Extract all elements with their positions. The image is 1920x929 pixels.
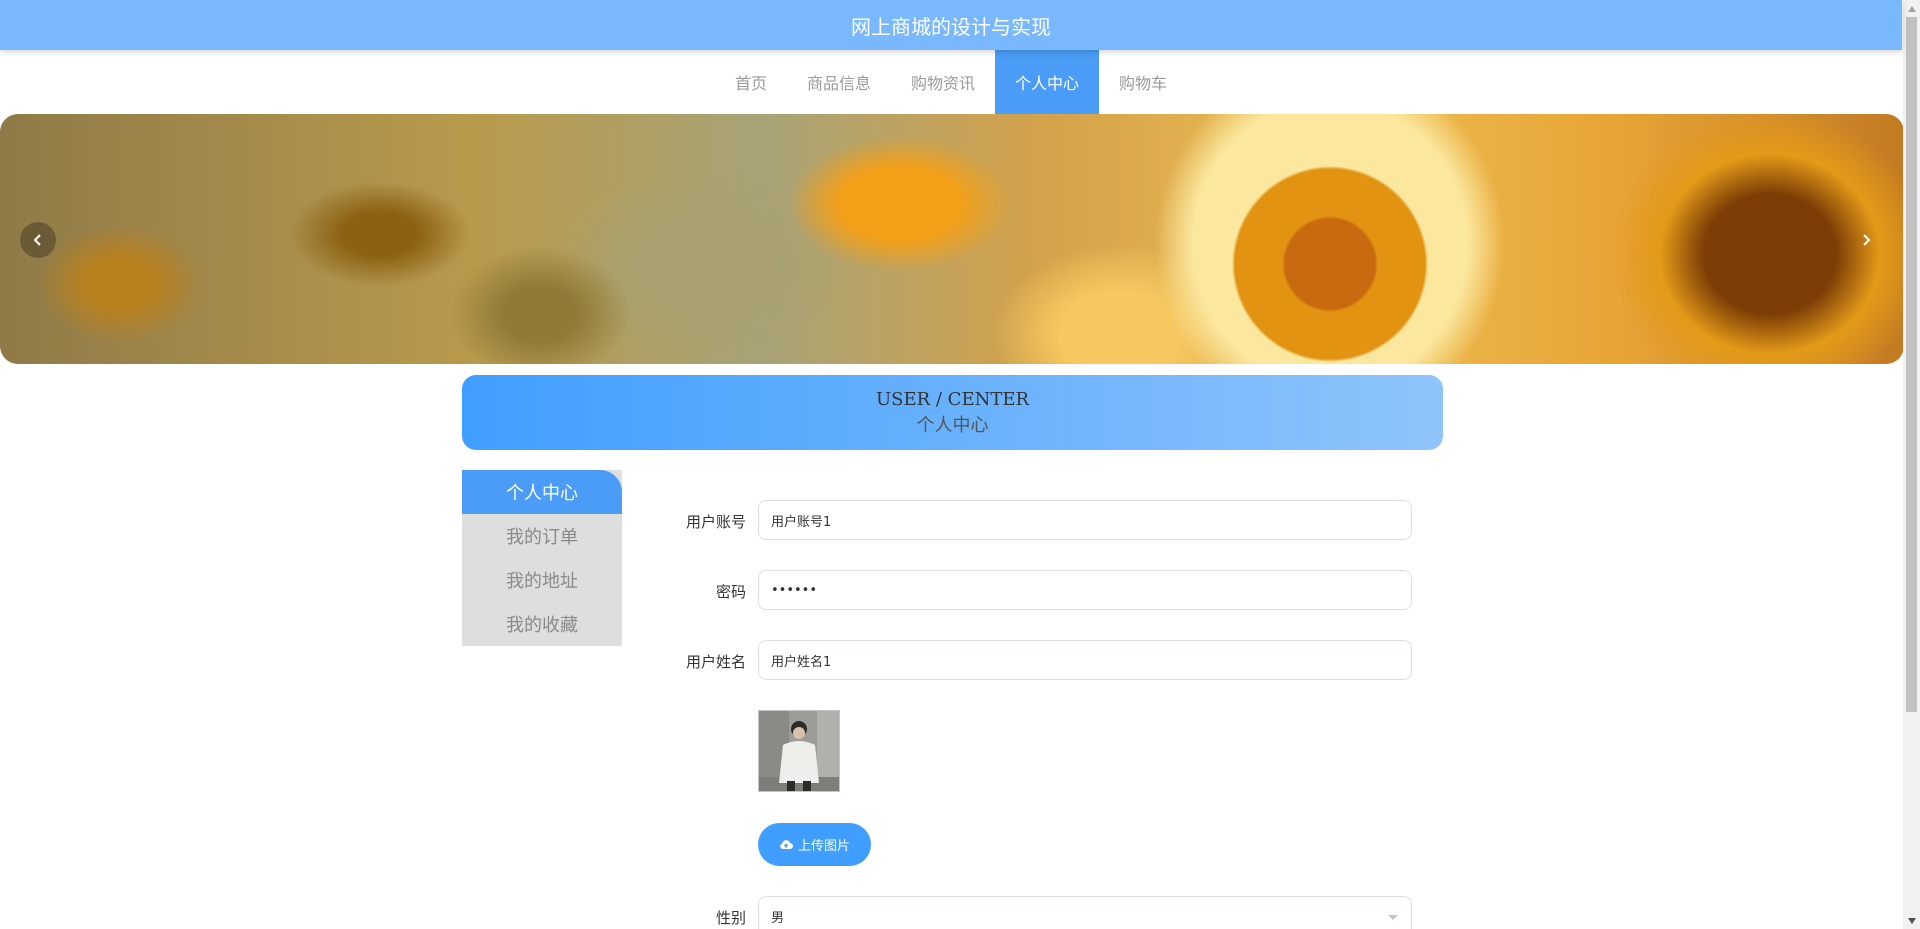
- nav-item-label: 个人中心: [1015, 74, 1080, 93]
- gender-select[interactable]: 男: [758, 896, 1412, 929]
- app-title: 网上商城的设计与实现: [851, 14, 1051, 39]
- nav-item-label: 购物车: [1119, 74, 1168, 93]
- banner-carousel: [0, 114, 1904, 364]
- page: 网上商城的设计与实现 首页 商品信息 购物资讯 个人中心 购物车 USER / …: [0, 0, 1920, 929]
- chevron-down-icon: [1388, 915, 1398, 920]
- name-value: 用户姓名1: [771, 654, 832, 670]
- account-field[interactable]: 用户账号1: [758, 500, 1412, 540]
- scrollbar-thumb[interactable]: [1906, 17, 1917, 712]
- side-menu-item-orders[interactable]: 我的订单: [462, 514, 622, 558]
- nav-item-label: 首页: [734, 74, 767, 93]
- name-field[interactable]: 用户姓名1: [758, 640, 1412, 680]
- avatar-photo: [759, 711, 839, 791]
- section-header-cn: 个人中心: [916, 414, 989, 436]
- triangle-down-icon: [1907, 917, 1916, 924]
- gender-value: 男: [771, 910, 785, 926]
- nav-item-news[interactable]: 购物资讯: [891, 50, 995, 114]
- nav-item-user-center[interactable]: 个人中心: [995, 50, 1100, 114]
- carousel-prev-button[interactable]: [20, 222, 56, 258]
- avatar-image: [758, 710, 840, 792]
- section-header: USER / CENTER 个人中心: [462, 375, 1443, 450]
- section-header-en: USER / CENTER: [875, 388, 1030, 410]
- nav-item-cart[interactable]: 购物车: [1099, 50, 1187, 114]
- chevron-left-icon: [33, 234, 41, 246]
- upload-cloud-icon: [780, 839, 793, 849]
- main-nav: 首页 商品信息 购物资讯 个人中心 购物车: [0, 50, 1902, 114]
- top-title-bar: 网上商城的设计与实现: [0, 0, 1902, 50]
- upload-image-button[interactable]: 上传图片: [758, 823, 871, 866]
- password-field[interactable]: ••••••: [758, 570, 1412, 610]
- nav-item-label: 购物资讯: [910, 74, 975, 93]
- carousel-next-button[interactable]: [1848, 222, 1884, 258]
- scroll-up-arrow[interactable]: [1903, 0, 1920, 17]
- account-label: 用户账号: [685, 513, 746, 531]
- gender-label: 性别: [715, 909, 746, 927]
- side-menu: 个人中心 我的订单 我的地址 我的收藏: [462, 470, 622, 646]
- account-value: 用户账号1: [771, 514, 832, 530]
- name-label: 用户姓名: [685, 653, 746, 671]
- chevron-right-icon: [1863, 234, 1871, 246]
- side-menu-item-user-center[interactable]: 个人中心: [462, 470, 622, 514]
- page-scrollbar[interactable]: [1903, 0, 1920, 929]
- password-value: ••••••: [771, 582, 818, 598]
- nav-item-products[interactable]: 商品信息: [787, 50, 891, 114]
- nav-item-label: 商品信息: [806, 74, 871, 93]
- scroll-down-arrow[interactable]: [1903, 912, 1920, 929]
- triangle-up-icon: [1907, 5, 1916, 12]
- password-label: 密码: [715, 583, 746, 601]
- side-menu-item-favorites[interactable]: 我的收藏: [462, 602, 622, 646]
- side-menu-item-address[interactable]: 我的地址: [462, 558, 622, 602]
- upload-button-label: 上传图片: [797, 839, 850, 854]
- nav-item-home[interactable]: 首页: [715, 50, 787, 114]
